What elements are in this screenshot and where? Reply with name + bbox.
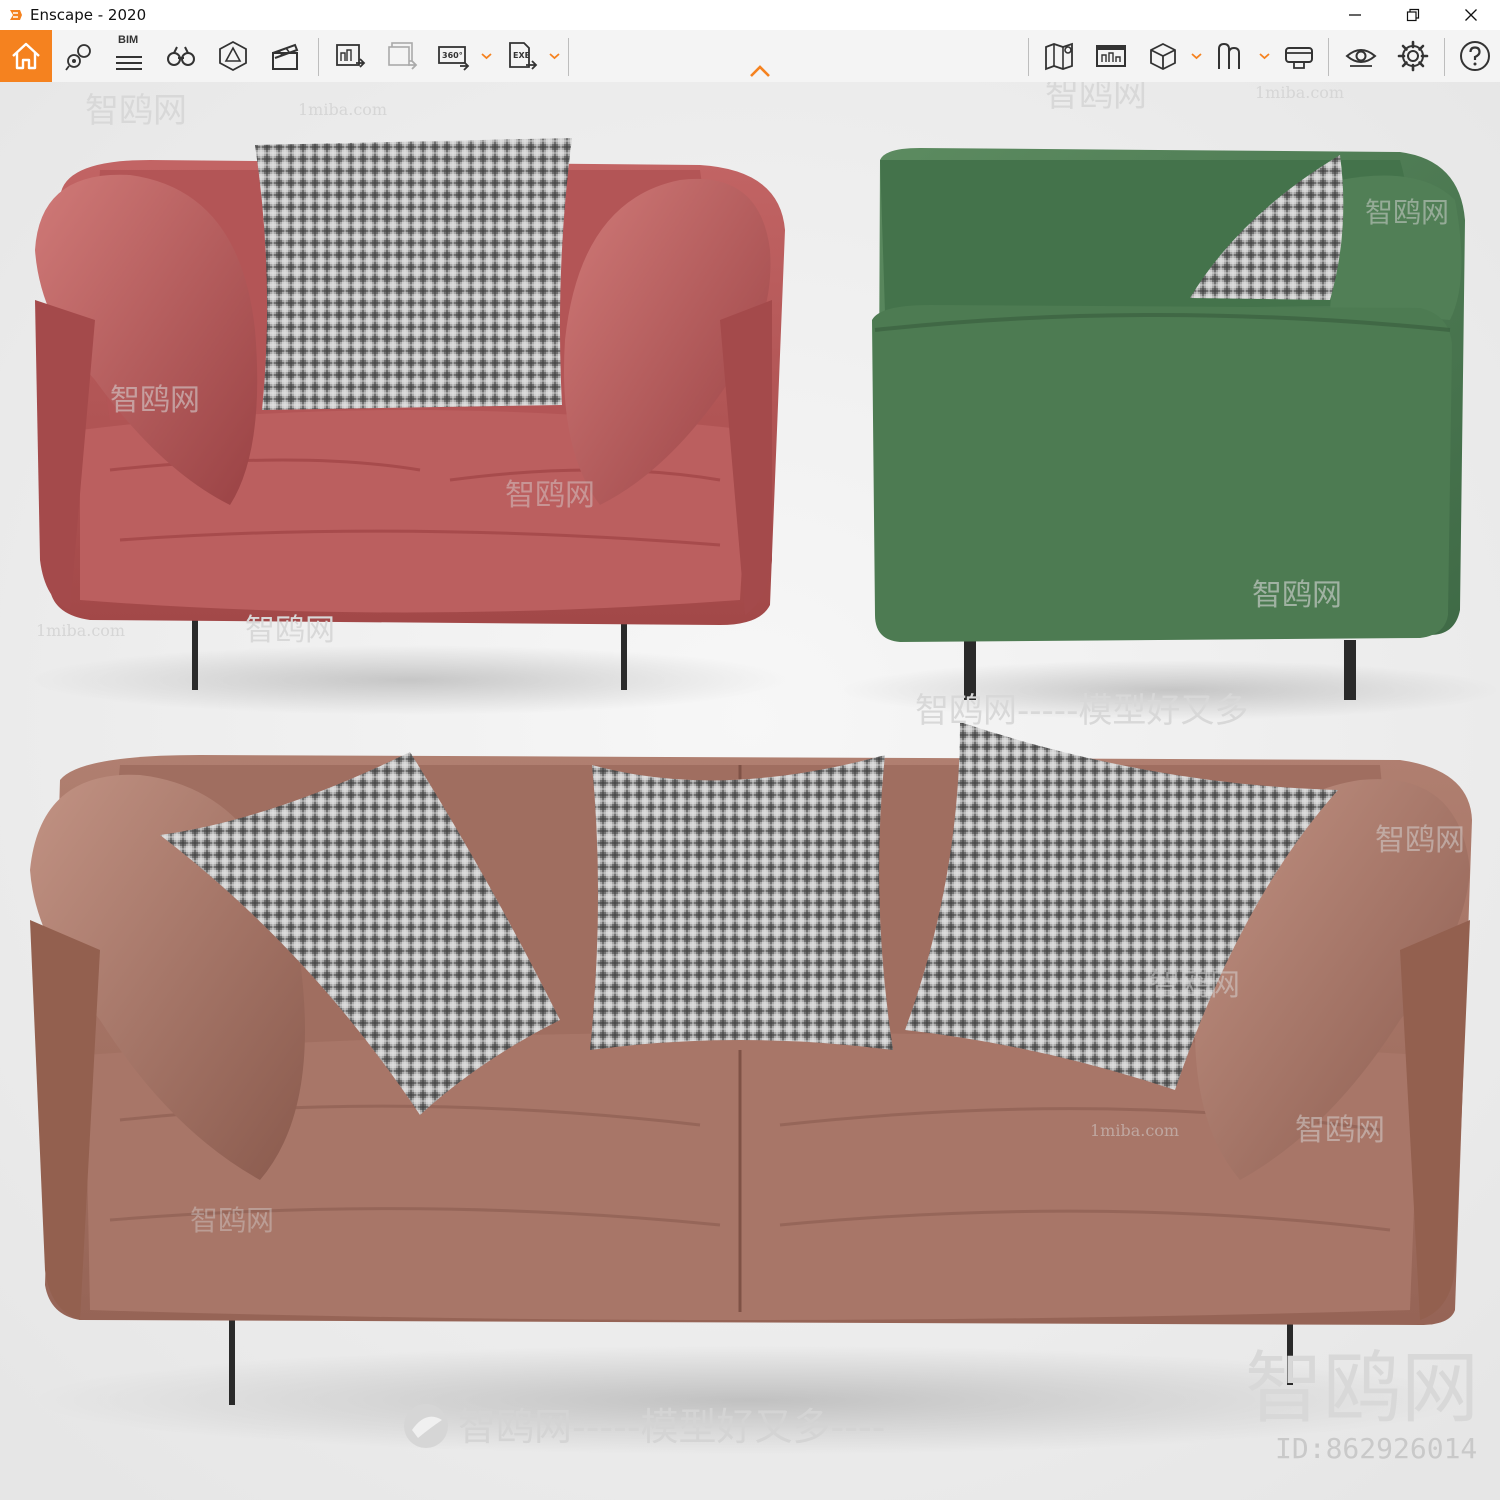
title-bar: Enscape - 2020 (0, 0, 1500, 30)
watermark-site: 1miba.com (1090, 1121, 1179, 1140)
watermark-brand: 智鸥网 (1252, 578, 1342, 613)
chevron-up-icon (750, 65, 770, 77)
window-title: Enscape - 2020 (30, 6, 147, 24)
watermark-brand: 智鸥网 (1365, 196, 1449, 229)
info-panel-icon (1096, 45, 1126, 67)
restore-button[interactable] (1384, 0, 1442, 30)
close-button[interactable] (1442, 0, 1500, 30)
panorama-label: 360° (442, 51, 463, 60)
clapperboard-icon (272, 43, 299, 70)
asset-library-button[interactable] (210, 33, 256, 79)
walk-mode-button[interactable] (158, 33, 204, 79)
vr-headset-button[interactable] (1276, 33, 1322, 79)
watermark-site: 1miba.com (298, 100, 387, 119)
scene-render: 智鸥网 1miba.com 智鸥网 1miba.com 智鸥网 智鸥网 1mib… (0, 82, 1500, 1500)
chevron-down-icon (548, 53, 560, 60)
gear-icon (1397, 40, 1429, 72)
watermark-site: 1miba.com (1255, 83, 1344, 102)
bim-label: BIM (118, 34, 139, 46)
batch-render-icon (388, 42, 418, 70)
chevron-down-icon (480, 53, 492, 60)
restore-icon (1406, 8, 1420, 22)
binoculars-icon (167, 46, 195, 66)
window-controls (1326, 0, 1500, 30)
panorama-dropdown[interactable] (480, 46, 492, 66)
home-icon (12, 42, 40, 70)
chevron-down-icon (1190, 53, 1202, 60)
render-viewport[interactable]: 智鸥网 1miba.com 智鸥网 1miba.com 智鸥网 智鸥网 1mib… (0, 82, 1500, 1500)
watermark-brand-large: 智鸥网 (1245, 1344, 1479, 1434)
watermark-site: 1miba.com (36, 621, 125, 640)
visual-settings-button[interactable] (1338, 33, 1384, 79)
close-icon (1465, 9, 1477, 21)
export-dropdown[interactable] (548, 46, 560, 66)
presets-icon (1218, 42, 1240, 69)
watermark-brand: 智鸥网 (1375, 823, 1465, 858)
home-button[interactable] (0, 30, 52, 82)
watermark-brand: 智鸥网 (110, 383, 200, 418)
help-icon (1460, 41, 1490, 71)
export-exe-icon: EXE (509, 42, 538, 70)
eye-icon (1345, 49, 1377, 67)
watermark-slogan: 智鸥网-----模型好又多---- (458, 1405, 885, 1449)
presets-button[interactable] (1208, 33, 1254, 79)
batch-render-button[interactable] (378, 33, 424, 79)
map-button[interactable] (1036, 33, 1082, 79)
brown-leather-sofa (30, 722, 1472, 1405)
watermark-brand: 智鸥网 (1295, 1113, 1385, 1148)
watermark-brand: 智鸥网 (1045, 82, 1147, 115)
plaid-pillow (255, 138, 572, 410)
toolbar-separator (318, 38, 319, 76)
export-label: EXE (513, 51, 530, 60)
render-image-icon (336, 44, 366, 68)
vr-headset-icon (1285, 47, 1313, 69)
toolbar-separator (568, 38, 569, 76)
panorama-button[interactable]: 360° (430, 33, 476, 79)
watermark-brand: 智鸥网 (245, 613, 335, 648)
map-icon (1045, 42, 1073, 71)
toolbar-separator (1328, 38, 1329, 76)
watermark-slogan-mid: 智鸥网-----模型好又多 (915, 691, 1248, 731)
cube-icon (1150, 42, 1176, 71)
views-button[interactable] (56, 33, 102, 79)
presets-dropdown[interactable] (1258, 46, 1270, 66)
render-image-button[interactable] (326, 33, 372, 79)
chevron-down-icon (1258, 53, 1270, 60)
plaid-pillow (590, 755, 893, 1050)
help-button[interactable] (1452, 33, 1498, 79)
collapse-toolbar-button[interactable] (748, 62, 772, 80)
watermark-id: ID:862926014 (1275, 1432, 1477, 1465)
minimize-icon (1349, 14, 1361, 16)
toolbar-separator (1028, 38, 1029, 76)
watermark-brand: 智鸥网 (1150, 968, 1240, 1003)
green-velvet-armchair (872, 148, 1465, 700)
enscape-logo-icon (10, 10, 22, 20)
panorama-icon: 360° (438, 46, 470, 71)
bim-button[interactable]: BIM (106, 33, 152, 79)
view-mode-dropdown[interactable] (1190, 46, 1202, 66)
info-panel-button[interactable] (1088, 33, 1134, 79)
video-editor-button[interactable] (262, 33, 308, 79)
export-button[interactable]: EXE (498, 33, 544, 79)
watermark-brand: 智鸥网 (505, 478, 595, 513)
asset-library-icon (219, 40, 247, 72)
toolbar-separator (1444, 38, 1445, 76)
view-mode-button[interactable] (1140, 33, 1186, 79)
minimize-button[interactable] (1326, 0, 1384, 30)
watermark-brand: 智鸥网 (85, 91, 187, 131)
map-pin-icon (65, 44, 91, 71)
general-settings-button[interactable] (1390, 33, 1436, 79)
watermark-brand: 智鸥网 (190, 1204, 274, 1237)
